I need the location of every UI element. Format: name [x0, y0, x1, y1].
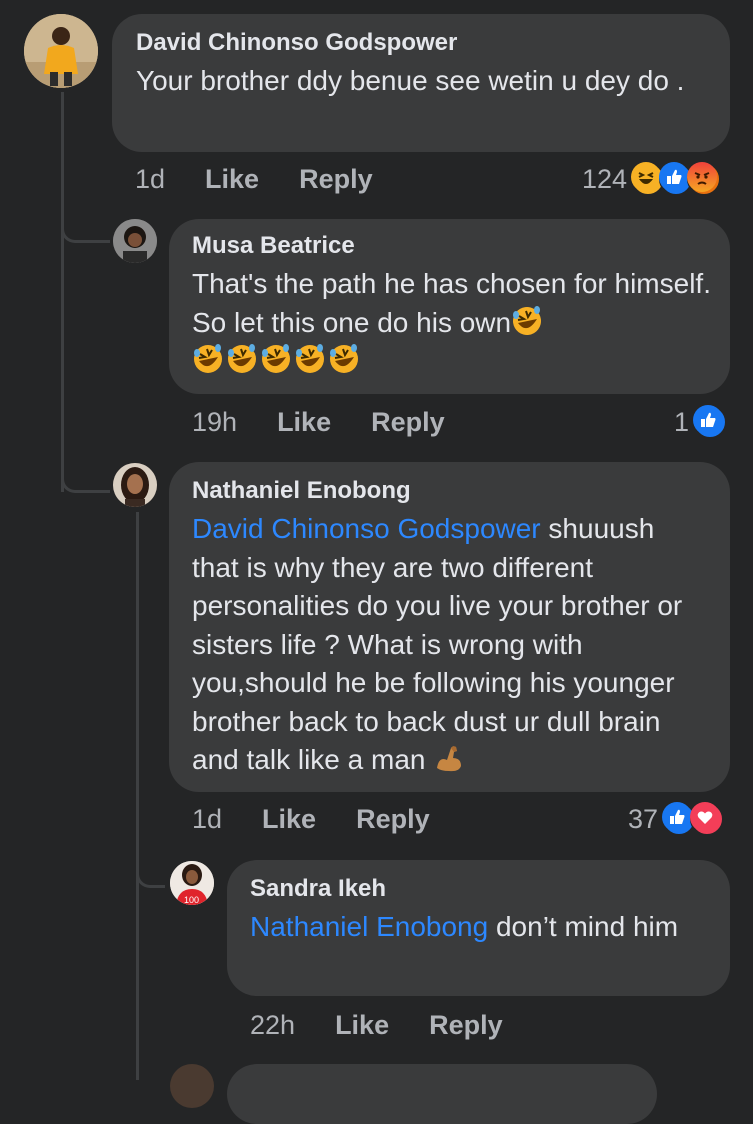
- comment-text-content: don’t mind him: [488, 911, 679, 942]
- like-button[interactable]: Like: [335, 1010, 389, 1041]
- comment-actions: 1d Like Reply: [192, 799, 430, 839]
- reply-connector: [136, 845, 165, 888]
- thread-line-nested: [136, 512, 139, 1080]
- comment-text: Your brother ddy benue see wetin u dey d…: [136, 65, 685, 96]
- rofl-emoji: [260, 343, 292, 375]
- like-button[interactable]: Like: [262, 804, 316, 835]
- like-button[interactable]: Like: [205, 164, 259, 195]
- comment-time[interactable]: 22h: [250, 1010, 295, 1041]
- like-button[interactable]: Like: [277, 407, 331, 438]
- avatar[interactable]: [24, 14, 98, 88]
- rofl-emoji: [192, 343, 224, 375]
- rofl-emoji: [328, 343, 360, 375]
- comment-bubble: [227, 1064, 657, 1124]
- rofl-emoji: [294, 343, 326, 375]
- reply-button[interactable]: Reply: [299, 164, 373, 195]
- reaction-summary[interactable]: 37: [628, 799, 725, 839]
- comment-bubble: David Chinonso Godspower Your brother dd…: [112, 14, 730, 152]
- mention-link[interactable]: David Chinonso Godspower: [192, 513, 541, 544]
- comment-author[interactable]: Musa Beatrice: [192, 231, 707, 261]
- like-icon: [693, 405, 728, 439]
- avatar[interactable]: [170, 1064, 214, 1108]
- avatar[interactable]: 100: [170, 861, 214, 905]
- comment-bubble: Sandra Ikeh Nathaniel Enobong don’t mind…: [227, 860, 730, 996]
- comment-time[interactable]: 1d: [135, 164, 165, 195]
- comment-time[interactable]: 1d: [192, 804, 222, 835]
- svg-text:100: 100: [184, 895, 199, 905]
- comment-actions: 22h Like Reply: [250, 1005, 503, 1045]
- reply-connector: [61, 200, 110, 243]
- rofl-emoji: [511, 305, 543, 337]
- rofl-emoji: [226, 343, 258, 375]
- comment-time[interactable]: 19h: [192, 407, 237, 438]
- comment-bubble: Musa Beatrice That's the path he has cho…: [169, 219, 730, 394]
- comment-text-content: shuuush that is why they are two differe…: [192, 513, 683, 775]
- reply-connector: [61, 450, 110, 493]
- reaction-summary[interactable]: 124: [582, 159, 722, 199]
- love-icon: [690, 802, 725, 836]
- comment-author[interactable]: Nathaniel Enobong: [192, 476, 707, 506]
- comment-author[interactable]: Sandra Ikeh: [250, 874, 707, 904]
- avatar[interactable]: [113, 219, 157, 263]
- comment-text: Nathaniel Enobong don’t mind him: [250, 908, 700, 947]
- reaction-count: 37: [628, 803, 659, 834]
- comment-actions: 19h Like Reply: [192, 402, 445, 442]
- reply-button[interactable]: Reply: [356, 804, 430, 835]
- reply-button[interactable]: Reply: [429, 1010, 503, 1041]
- comment-actions: 1d Like Reply: [135, 159, 373, 199]
- comment-bubble: Nathaniel Enobong David Chinonso Godspow…: [169, 462, 730, 792]
- thread-line-main: [61, 92, 64, 492]
- reaction-count: 1: [674, 406, 690, 437]
- angry-icon: [687, 162, 722, 196]
- comment-text: That's the path he has chosen for himsel…: [192, 265, 712, 381]
- avatar[interactable]: [113, 463, 157, 507]
- reply-button[interactable]: Reply: [371, 407, 445, 438]
- mention-link[interactable]: Nathaniel Enobong: [250, 911, 488, 942]
- reaction-summary[interactable]: 1: [674, 402, 728, 442]
- comment-text-content: That's the path he has chosen for himsel…: [192, 268, 711, 338]
- flexed-biceps-emoji: [433, 742, 465, 774]
- comment-author[interactable]: David Chinonso Godspower: [136, 28, 706, 58]
- reaction-count: 124: [582, 163, 628, 194]
- comment-text: David Chinonso Godspower shuuush that is…: [192, 510, 707, 780]
